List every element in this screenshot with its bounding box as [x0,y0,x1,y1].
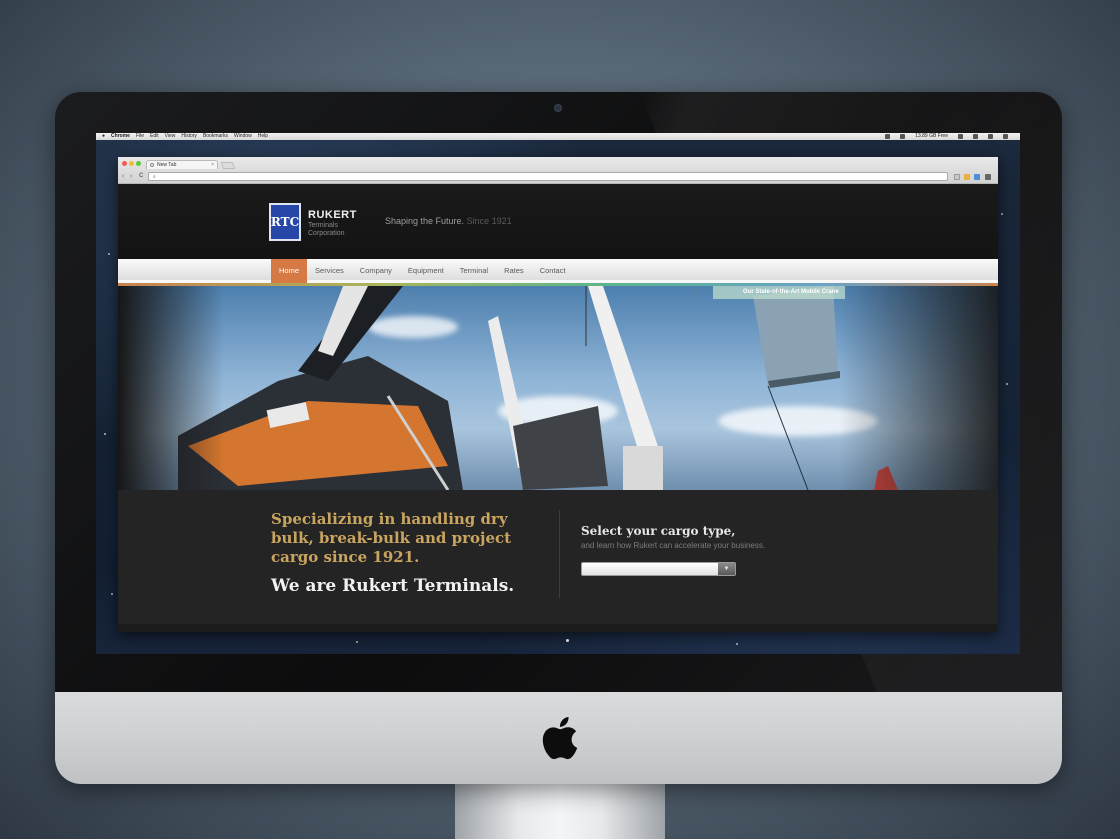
minimize-window-icon[interactable] [129,161,134,166]
menu-extras: 13.89 GB Free [881,133,1020,140]
brand-subtitle: Terminals Corporation [308,222,345,238]
menu-edit[interactable]: Edit [150,133,159,140]
address-bar[interactable]: ⌕ [148,172,948,181]
brand-sub-line: Terminals [308,222,338,229]
star [104,433,106,435]
menu-file[interactable]: File [136,133,144,140]
browser-window: New Tab × ‹ › C ⌕ RTC RUKERT Terminals C… [118,157,998,632]
slide-prev-icon[interactable]: ‹ [693,286,696,299]
close-window-icon[interactable] [122,161,127,166]
nav-terminal[interactable]: Terminal [452,259,496,283]
imac-stand [455,782,665,839]
extension-icon[interactable] [964,174,970,180]
tagline: Shaping the Future. Since 1921 [385,216,512,226]
apple-logo-icon [542,717,578,760]
browser-toolbar: ‹ › C ⌕ [118,171,998,183]
nav-rates[interactable]: Rates [496,259,532,283]
star [736,643,738,645]
spotlight-icon[interactable] [988,134,993,139]
tab-favicon-icon [150,163,154,167]
browser-tab[interactable]: New Tab × [146,160,218,169]
menu-bookmarks[interactable]: Bookmarks [203,133,228,140]
forward-icon[interactable]: › [130,172,132,181]
site-header: RTC RUKERT Terminals Corporation Shaping… [118,184,998,259]
cargo-subtitle: and learn how Rukert can accelerate your… [581,541,766,550]
slide-next-icon[interactable]: › [706,286,709,299]
mac-menu-bar: ● Chrome File Edit View History Bookmark… [96,133,1020,140]
nav-services[interactable]: Services [307,259,352,283]
wifi-icon[interactable] [958,134,963,139]
menu-window[interactable]: Window [234,133,252,140]
webcam [554,104,562,112]
nav-company[interactable]: Company [352,259,400,283]
section-divider [559,510,560,598]
star [566,639,569,642]
cargo-title: Select your cargo type, [581,524,736,538]
main-nav: Home Services Company Equipment Terminal… [271,259,574,283]
website: RTC RUKERT Terminals Corporation Shaping… [118,184,998,632]
star [111,593,113,595]
zoom-window-icon[interactable] [136,161,141,166]
menu-view[interactable]: View [165,133,176,140]
desktop-screen: ● Chrome File Edit View History Bookmark… [96,133,1020,654]
menu-icon[interactable] [985,174,991,180]
disk-free-status: 13.89 GB Free [915,133,948,139]
hero-slideshow: ‹ › Our State-of-the-Art Mobile Crane [118,286,998,490]
tab-title: New Tab [157,162,177,168]
rtc-logo[interactable]: RTC [269,203,301,241]
volume-icon[interactable] [973,134,978,139]
nav-contact[interactable]: Contact [532,259,574,283]
cranes-photo [118,286,998,490]
extension-icon[interactable] [974,174,980,180]
tray-icon[interactable] [885,134,891,139]
star [356,641,358,643]
intro-section: Specializing in handling dry bulk, break… [118,490,998,624]
slide-caption: Our State-of-the-Art Mobile Crane [713,286,845,299]
back-icon[interactable]: ‹ [122,172,124,181]
brand-sub-line: Corporation [308,230,345,237]
intro-headline: Specializing in handling dry bulk, break… [271,510,512,566]
tray-icon[interactable] [900,134,906,139]
brand-name: RUKERT [308,209,357,221]
apple-menu-icon[interactable]: ● [102,133,105,140]
cargo-type-select[interactable]: ▼ [581,562,736,576]
menu-history[interactable]: History [181,133,197,140]
nav-home[interactable]: Home [271,259,308,283]
nav-equipment[interactable]: Equipment [400,259,452,283]
reload-icon[interactable]: C [139,172,143,181]
imac-chin [55,692,1062,784]
search-icon: ⌕ [153,174,156,180]
tab-close-icon[interactable]: × [211,161,214,169]
browser-chrome: New Tab × ‹ › C ⌕ [118,157,998,184]
tagline-since: Since 1921 [466,216,512,226]
page-footer-strip [118,624,998,632]
star [108,253,110,255]
new-tab-button[interactable] [220,162,236,169]
star [1006,383,1008,385]
intro-we-are: We are Rukert Terminals. [271,576,515,596]
menu-chrome[interactable]: Chrome [111,133,130,140]
chevron-down-icon[interactable]: ▼ [718,563,735,575]
bookmark-star-icon[interactable] [954,174,960,180]
notifications-icon[interactable] [1003,134,1008,139]
tagline-main: Shaping the Future. [385,216,465,226]
star [1001,213,1003,215]
menu-help[interactable]: Help [258,133,268,140]
